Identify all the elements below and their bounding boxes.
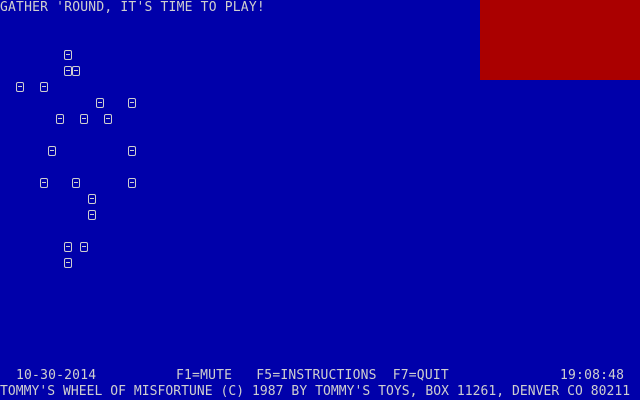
copyright-line: TOMMY'S WHEEL OF MISFORTUNE (C) 1987 BY …: [0, 384, 631, 399]
smiley-token-icon: [40, 82, 48, 92]
smiley-token-icon: [72, 178, 80, 188]
smiley-token-icon: [64, 242, 72, 252]
smiley-token-icon: [16, 82, 24, 92]
smiley-token-icon: [64, 50, 72, 60]
smiley-token-icon: [40, 178, 48, 188]
corner-display-box: [480, 0, 640, 80]
smiley-token-icon: [72, 66, 80, 76]
smiley-token-icon: [88, 210, 96, 220]
smiley-token-icon: [64, 66, 72, 76]
smiley-token-icon: [128, 178, 136, 188]
status-date: 10-30-2014: [16, 368, 97, 383]
smiley-token-icon: [128, 146, 136, 156]
smiley-token-icon: [88, 194, 96, 204]
smiley-token-icon: [104, 114, 112, 124]
status-clock: 19:08:48: [560, 368, 625, 383]
smiley-token-icon: [64, 258, 72, 268]
smiley-token-icon: [96, 98, 104, 108]
smiley-token-icon: [128, 98, 136, 108]
smiley-token-icon: [80, 114, 88, 124]
smiley-token-icon: [56, 114, 64, 124]
function-key-legend[interactable]: F1=MUTE F5=INSTRUCTIONS F7=QUIT: [176, 369, 449, 383]
smiley-token-icon: [80, 242, 88, 252]
smiley-token-icon: [48, 146, 56, 156]
game-banner: GATHER 'ROUND, IT'S TIME TO PLAY!: [0, 0, 265, 15]
game-screen: GATHER 'ROUND, IT'S TIME TO PLAY! 10-30-…: [0, 0, 640, 400]
